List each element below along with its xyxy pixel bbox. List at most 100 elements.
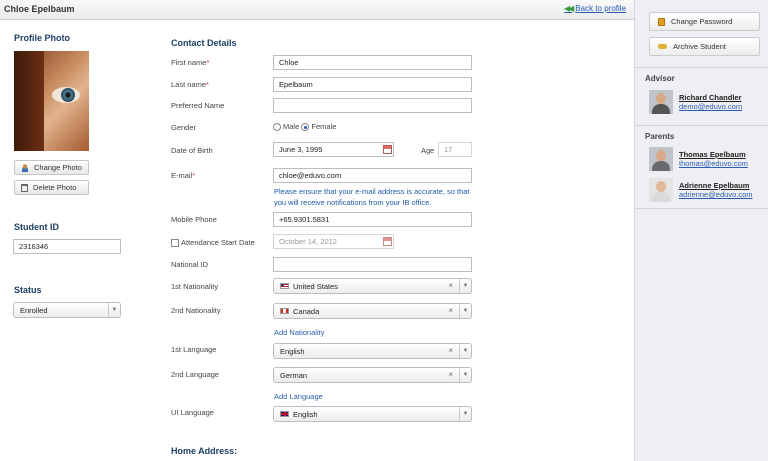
age-label: Age — [421, 146, 435, 155]
chevron-down-icon: ▼ — [459, 407, 471, 421]
canada-flag-icon — [280, 308, 289, 314]
sidebar-divider — [635, 67, 768, 68]
add-language-link[interactable]: Add Language — [274, 392, 323, 401]
profile-photo-title: Profile Photo — [14, 33, 70, 43]
chevron-down-icon: ▼ — [459, 368, 471, 382]
attendance-checkbox[interactable] — [171, 239, 179, 248]
national-id-field[interactable] — [273, 257, 472, 272]
parent-card: Adrienne Epelbaum adrienne@eduvo.com — [649, 178, 753, 202]
back-to-profile-label: Back to profile — [575, 4, 626, 13]
language-1-value: English — [280, 346, 305, 356]
language-2-label: 2nd Language — [171, 370, 219, 379]
back-arrow-icon: ◀◀ — [563, 4, 574, 13]
back-to-profile-link[interactable]: ◀◀ Back to profile — [564, 4, 626, 13]
dob-label: Date of Birth — [171, 146, 213, 155]
clear-icon[interactable]: × — [448, 281, 453, 290]
nationality-1-select[interactable]: United States × ▼ — [273, 278, 472, 294]
chevron-down-icon: ▼ — [108, 303, 120, 317]
ui-language-value: English — [293, 409, 318, 419]
national-id-label: National ID — [171, 260, 209, 269]
avatar — [649, 178, 673, 202]
parents-title: Parents — [645, 132, 675, 141]
email-label: E-mail* — [171, 171, 196, 180]
dob-field[interactable]: June 3, 1995 — [273, 142, 394, 157]
clear-icon[interactable]: × — [448, 346, 453, 355]
status-value: Enrolled — [20, 305, 48, 315]
home-address-title: Home Address: — [171, 446, 238, 456]
mobile-phone-label: Mobile Phone — [171, 215, 217, 224]
calendar-icon[interactable] — [383, 145, 392, 154]
attendance-start-label: Attendance Start Date — [171, 238, 255, 248]
last-name-label: Last name* — [171, 80, 209, 89]
avatar — [649, 90, 673, 114]
uk-flag-icon — [280, 411, 289, 417]
nationality-1-value: United States — [293, 281, 339, 291]
user-icon — [21, 163, 29, 172]
parent-card: Thomas Epelbaum thomas@eduvo.com — [649, 147, 748, 171]
nationality-2-value: Canada — [293, 306, 320, 316]
status-select[interactable]: Enrolled ▼ — [13, 302, 121, 318]
nationality-2-label: 2nd Nationality — [171, 306, 221, 315]
gender-female-radio[interactable]: Female — [301, 122, 336, 132]
parent-name[interactable]: Adrienne Epelbaum — [679, 181, 753, 190]
ui-language-label: UI Language — [171, 408, 214, 417]
advisor-title: Advisor — [645, 74, 675, 83]
parent-name[interactable]: Thomas Epelbaum — [679, 150, 748, 159]
language-1-label: 1st Language — [171, 345, 217, 354]
language-2-value: German — [280, 370, 308, 380]
first-name-field[interactable]: Chloe — [273, 55, 472, 70]
chevron-down-icon: ▼ — [459, 279, 471, 293]
age-field: 17 — [438, 142, 472, 157]
delete-photo-label: Delete Photo — [33, 183, 77, 192]
change-password-button[interactable]: Change Password — [649, 12, 760, 31]
profile-photo — [14, 51, 89, 151]
change-photo-button[interactable]: Change Photo — [14, 160, 89, 175]
nationality-1-label: 1st Nationality — [171, 282, 219, 291]
us-flag-icon — [280, 283, 289, 289]
language-2-select[interactable]: German × ▼ — [273, 367, 472, 383]
archive-student-button[interactable]: Archive Student — [649, 37, 760, 56]
preferred-name-label: Preferred Name — [171, 101, 225, 110]
avatar — [649, 147, 673, 171]
email-note: Please ensure that your e-mail address i… — [274, 187, 470, 207]
gender-label: Gender — [171, 123, 197, 132]
change-photo-label: Change Photo — [34, 163, 82, 172]
gender-male-radio[interactable]: Male — [273, 122, 299, 132]
advisor-name[interactable]: Richard Chandler — [679, 93, 742, 102]
change-password-label: Change Password — [671, 17, 733, 26]
trash-icon — [21, 183, 28, 192]
clear-icon[interactable]: × — [448, 370, 453, 379]
key-icon — [658, 44, 667, 49]
main-panel: Profile Photo Change Photo Delete Photo … — [0, 20, 634, 461]
contact-details-title: Contact Details — [171, 38, 237, 48]
language-1-select[interactable]: English × ▼ — [273, 343, 472, 359]
status-title: Status — [14, 285, 42, 295]
lock-icon — [658, 17, 665, 26]
student-name-title: Chloe Epelbaum — [4, 4, 75, 14]
right-sidebar: Change Password Archive Student Advisor … — [634, 0, 768, 461]
chevron-down-icon: ▼ — [459, 344, 471, 358]
delete-photo-button[interactable]: Delete Photo — [14, 180, 89, 195]
calendar-icon[interactable] — [383, 237, 392, 246]
parent-email[interactable]: thomas@eduvo.com — [679, 159, 748, 168]
advisor-email[interactable]: demo@eduvo.com — [679, 102, 742, 111]
chevron-down-icon: ▼ — [459, 304, 471, 318]
student-id-title: Student ID — [14, 222, 59, 232]
mobile-phone-field[interactable]: +65.9301.5831 — [273, 212, 472, 227]
advisor-card: Richard Chandler demo@eduvo.com — [649, 90, 742, 114]
gender-radio-group: Male Female — [273, 122, 336, 132]
archive-student-label: Archive Student — [673, 42, 726, 51]
preferred-name-field[interactable] — [273, 98, 472, 113]
student-id-field[interactable]: 2316346 — [13, 239, 121, 254]
first-name-label: First name* — [171, 58, 210, 67]
ui-language-select[interactable]: English ▼ — [273, 406, 472, 422]
attendance-start-field[interactable]: October 14, 2012 — [273, 234, 394, 249]
clear-icon[interactable]: × — [448, 306, 453, 315]
nationality-2-select[interactable]: Canada × ▼ — [273, 303, 472, 319]
sidebar-divider — [635, 125, 768, 126]
last-name-field[interactable]: Epelbaum — [273, 77, 472, 92]
add-nationality-link[interactable]: Add Nationality — [274, 328, 324, 337]
parent-email[interactable]: adrienne@eduvo.com — [679, 190, 753, 199]
email-field[interactable]: chloe@eduvo.com — [273, 168, 472, 183]
top-bar: Chloe Epelbaum ◀◀ Back to profile — [0, 0, 634, 20]
